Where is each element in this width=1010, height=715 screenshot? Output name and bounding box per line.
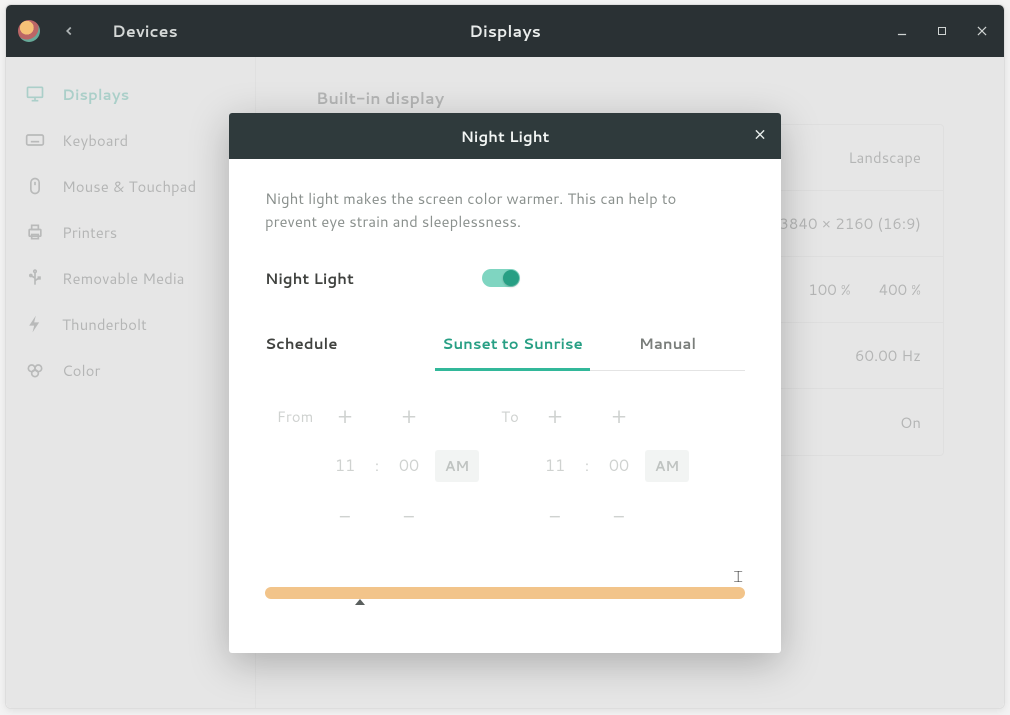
schedule-tabs: Sunset to Sunrise Manual: [435, 333, 745, 371]
from-minute-plus[interactable]: +: [401, 401, 416, 432]
maximize-icon: [936, 25, 948, 37]
from-hour: 11: [335, 454, 355, 477]
dialog-description: Night light makes the screen color warme…: [265, 187, 685, 234]
dialog-body: Night light makes the screen color warme…: [229, 159, 781, 653]
tab-manual[interactable]: Manual: [590, 333, 745, 370]
chevron-left-icon: [62, 24, 76, 38]
slider-track: [265, 587, 745, 599]
minimize-button[interactable]: [892, 21, 912, 41]
close-icon: [753, 128, 767, 142]
to-label: To: [501, 406, 519, 427]
to-hour-plus[interactable]: +: [547, 401, 562, 432]
close-window-button[interactable]: [972, 21, 992, 41]
app-logo-icon: [18, 20, 40, 42]
titlebar: Devices Displays: [6, 5, 1004, 57]
settings-window: Devices Displays Displays Keyboard Mouse…: [5, 4, 1005, 709]
tab-sunset-to-sunrise[interactable]: Sunset to Sunrise: [435, 333, 590, 371]
back-button[interactable]: [54, 16, 84, 46]
color-temperature-slider[interactable]: ⌶: [265, 587, 745, 617]
modal-overlay: Night Light Night light makes the screen…: [6, 5, 1004, 708]
close-icon: [975, 24, 989, 38]
slider-default-mark-icon: [355, 599, 365, 605]
manual-time-grid: From + + To + + 11 : 00: [265, 401, 745, 531]
dialog-header: Night Light: [229, 113, 781, 159]
maximize-button[interactable]: [932, 21, 952, 41]
section-title: Devices: [112, 20, 178, 43]
to-ampm-toggle[interactable]: AM: [645, 450, 690, 482]
from-hour-plus[interactable]: +: [337, 401, 352, 432]
from-ampm-toggle[interactable]: AM: [435, 450, 480, 482]
night-light-toggle-row: Night Light: [265, 268, 745, 289]
from-minute-minus[interactable]: −: [403, 500, 415, 531]
dialog-title: Night Light: [461, 126, 550, 147]
dialog-close-button[interactable]: [753, 126, 767, 147]
window-controls: [892, 21, 992, 41]
night-light-switch[interactable]: [482, 269, 520, 287]
colon: :: [585, 455, 589, 476]
to-minute: 00: [609, 454, 629, 477]
from-hour-minus[interactable]: −: [339, 500, 351, 531]
from-label: From: [277, 406, 314, 427]
schedule-label: Schedule: [265, 333, 435, 354]
schedule-row: Schedule Sunset to Sunrise Manual: [265, 333, 745, 371]
night-light-dialog: Night Light Night light makes the screen…: [229, 113, 781, 653]
to-hour: 11: [545, 454, 565, 477]
toggle-label: Night Light: [265, 268, 354, 289]
text-cursor-icon: ⌶: [733, 565, 739, 588]
from-minute: 00: [399, 454, 419, 477]
colon: :: [375, 455, 379, 476]
to-hour-minus[interactable]: −: [549, 500, 561, 531]
to-minute-minus[interactable]: −: [613, 500, 625, 531]
minimize-icon: [895, 24, 909, 38]
to-minute-plus[interactable]: +: [611, 401, 626, 432]
